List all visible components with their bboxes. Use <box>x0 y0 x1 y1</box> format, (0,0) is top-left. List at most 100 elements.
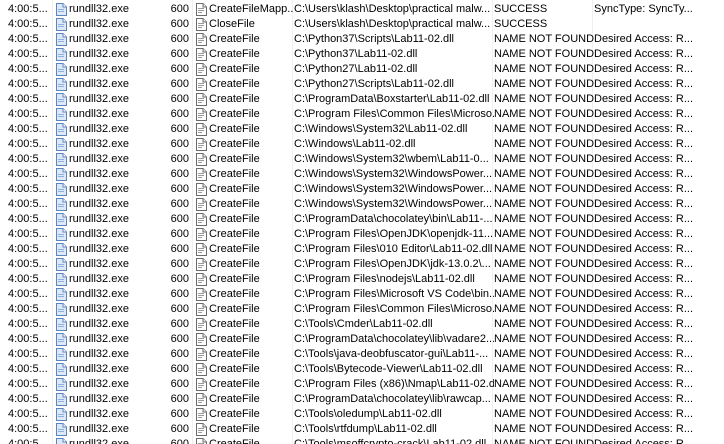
process-name-cell: rundll32.exe <box>69 438 129 444</box>
detail-cell: Desired Access: R... <box>594 423 694 435</box>
event-row[interactable]: 4:00:5... rundll32.exe 600 CloseFile C:\… <box>0 17 724 32</box>
path-cell: C:\Users\klash\Desktop\practical malw... <box>294 18 491 30</box>
event-row[interactable]: 4:00:5... rundll32.exe 600 CreateFile C:… <box>0 47 724 62</box>
event-row[interactable]: 4:00:5... rundll32.exe 600 CreateFileMap… <box>0 2 724 17</box>
event-row[interactable]: 4:00:5... rundll32.exe 600 CreateFile C:… <box>0 107 724 122</box>
pid-cell: 600 <box>170 198 189 210</box>
event-row[interactable]: 4:00:5... rundll32.exe 600 CreateFile C:… <box>0 77 724 92</box>
time-cell: 4:00:5... <box>8 258 48 270</box>
operation-cell: CreateFile <box>209 153 260 165</box>
path-cell: C:\Windows\System32\WindowsPower... <box>294 183 493 195</box>
event-row[interactable]: 4:00:5... rundll32.exe 600 CreateFile C:… <box>0 137 724 152</box>
document-icon <box>196 288 207 301</box>
event-row[interactable]: 4:00:5... rundll32.exe 600 CreateFile C:… <box>0 272 724 287</box>
pid-cell: 600 <box>170 78 189 90</box>
process-name-cell: rundll32.exe <box>69 198 129 210</box>
document-icon <box>196 63 207 76</box>
result-cell: NAME NOT FOUND <box>494 183 594 195</box>
process-file-icon <box>56 198 67 211</box>
process-file-icon <box>56 333 67 346</box>
pid-cell: 600 <box>170 33 189 45</box>
detail-cell: Desired Access: R... <box>594 273 694 285</box>
operation-cell: CreateFile <box>209 273 260 285</box>
event-row[interactable]: 4:00:5... rundll32.exe 600 CreateFile C:… <box>0 242 724 257</box>
time-cell: 4:00:5... <box>8 183 48 195</box>
result-cell: NAME NOT FOUND <box>494 138 594 150</box>
event-row[interactable]: 4:00:5... rundll32.exe 600 CreateFile C:… <box>0 407 724 422</box>
time-cell: 4:00:5... <box>8 438 48 444</box>
event-row[interactable]: 4:00:5... rundll32.exe 600 CreateFile C:… <box>0 287 724 302</box>
document-icon <box>196 303 207 316</box>
pid-cell: 600 <box>170 378 189 390</box>
pid-cell: 600 <box>170 108 189 120</box>
result-cell: NAME NOT FOUND <box>494 408 594 420</box>
path-cell: C:\Tools\Bytecode-Viewer\Lab11-02.dll <box>294 363 483 375</box>
process-name-cell: rundll32.exe <box>69 3 129 15</box>
event-row[interactable]: 4:00:5... rundll32.exe 600 CreateFile C:… <box>0 122 724 137</box>
process-name-cell: rundll32.exe <box>69 348 129 360</box>
event-row[interactable]: 4:00:5... rundll32.exe 600 CreateFile C:… <box>0 152 724 167</box>
event-row[interactable]: 4:00:5... rundll32.exe 600 CreateFile C:… <box>0 92 724 107</box>
process-file-icon <box>56 303 67 316</box>
document-icon <box>196 243 207 256</box>
pid-cell: 600 <box>170 228 189 240</box>
path-cell: C:\Program Files\Common Files\Microso... <box>294 303 494 315</box>
pid-cell: 600 <box>170 153 189 165</box>
result-cell: NAME NOT FOUND <box>494 273 594 285</box>
time-cell: 4:00:5... <box>8 288 48 300</box>
pid-cell: 600 <box>170 183 189 195</box>
event-row[interactable]: 4:00:5... rundll32.exe 600 CreateFile C:… <box>0 167 724 182</box>
result-cell: NAME NOT FOUND <box>494 93 594 105</box>
path-cell: C:\Tools\Cmder\Lab11-02.dll <box>294 318 433 330</box>
event-row[interactable]: 4:00:5... rundll32.exe 600 CreateFile C:… <box>0 227 724 242</box>
event-row[interactable]: 4:00:5... rundll32.exe 600 CreateFile C:… <box>0 362 724 377</box>
time-cell: 4:00:5... <box>8 423 48 435</box>
process-name-cell: rundll32.exe <box>69 63 129 75</box>
result-cell: NAME NOT FOUND <box>494 78 594 90</box>
time-cell: 4:00:5... <box>8 93 48 105</box>
operation-cell: CreateFile <box>209 318 260 330</box>
operation-cell: CreateFile <box>209 108 260 120</box>
time-cell: 4:00:5... <box>8 348 48 360</box>
event-row[interactable]: 4:00:5... rundll32.exe 600 CreateFile C:… <box>0 377 724 392</box>
event-row[interactable]: 4:00:5... rundll32.exe 600 CreateFile C:… <box>0 317 724 332</box>
document-icon <box>196 348 207 361</box>
document-icon <box>196 393 207 406</box>
process-file-icon <box>56 153 67 166</box>
result-cell: NAME NOT FOUND <box>494 198 594 210</box>
time-cell: 4:00:5... <box>8 363 48 375</box>
pid-cell: 600 <box>170 348 189 360</box>
event-row[interactable]: 4:00:5... rundll32.exe 600 CreateFile C:… <box>0 182 724 197</box>
process-file-icon <box>56 243 67 256</box>
time-cell: 4:00:5... <box>8 153 48 165</box>
time-cell: 4:00:5... <box>8 213 48 225</box>
process-name-cell: rundll32.exe <box>69 183 129 195</box>
process-name-cell: rundll32.exe <box>69 318 129 330</box>
pid-cell: 600 <box>170 138 189 150</box>
event-row[interactable]: 4:00:5... rundll32.exe 600 CreateFile C:… <box>0 392 724 407</box>
event-row[interactable]: 4:00:5... rundll32.exe 600 CreateFile C:… <box>0 197 724 212</box>
pid-cell: 600 <box>170 123 189 135</box>
event-row[interactable]: 4:00:5... rundll32.exe 600 CreateFile C:… <box>0 347 724 362</box>
pid-cell: 600 <box>170 243 189 255</box>
time-cell: 4:00:5... <box>8 168 48 180</box>
operation-cell: CreateFile <box>209 63 260 75</box>
event-row[interactable]: 4:00:5... rundll32.exe 600 CreateFile C:… <box>0 62 724 77</box>
time-cell: 4:00:5... <box>8 108 48 120</box>
detail-cell: Desired Access: R... <box>594 243 694 255</box>
result-cell: SUCCESS <box>494 3 548 15</box>
event-row[interactable]: 4:00:5... rundll32.exe 600 CreateFile C:… <box>0 212 724 227</box>
event-row[interactable]: 4:00:5... rundll32.exe 600 CreateFile C:… <box>0 257 724 272</box>
document-icon <box>196 318 207 331</box>
pid-cell: 600 <box>170 438 189 444</box>
event-row[interactable]: 4:00:5... rundll32.exe 600 CreateFile C:… <box>0 422 724 437</box>
event-row[interactable]: 4:00:5... rundll32.exe 600 CreateFile C:… <box>0 302 724 317</box>
event-row[interactable]: 4:00:5... rundll32.exe 600 CreateFile C:… <box>0 437 724 444</box>
event-row[interactable]: 4:00:5... rundll32.exe 600 CreateFile C:… <box>0 32 724 47</box>
process-name-cell: rundll32.exe <box>69 33 129 45</box>
event-row[interactable]: 4:00:5... rundll32.exe 600 CreateFile C:… <box>0 332 724 347</box>
process-name-cell: rundll32.exe <box>69 273 129 285</box>
document-icon <box>196 333 207 346</box>
operation-cell: CreateFile <box>209 93 260 105</box>
result-cell: NAME NOT FOUND <box>494 303 594 315</box>
